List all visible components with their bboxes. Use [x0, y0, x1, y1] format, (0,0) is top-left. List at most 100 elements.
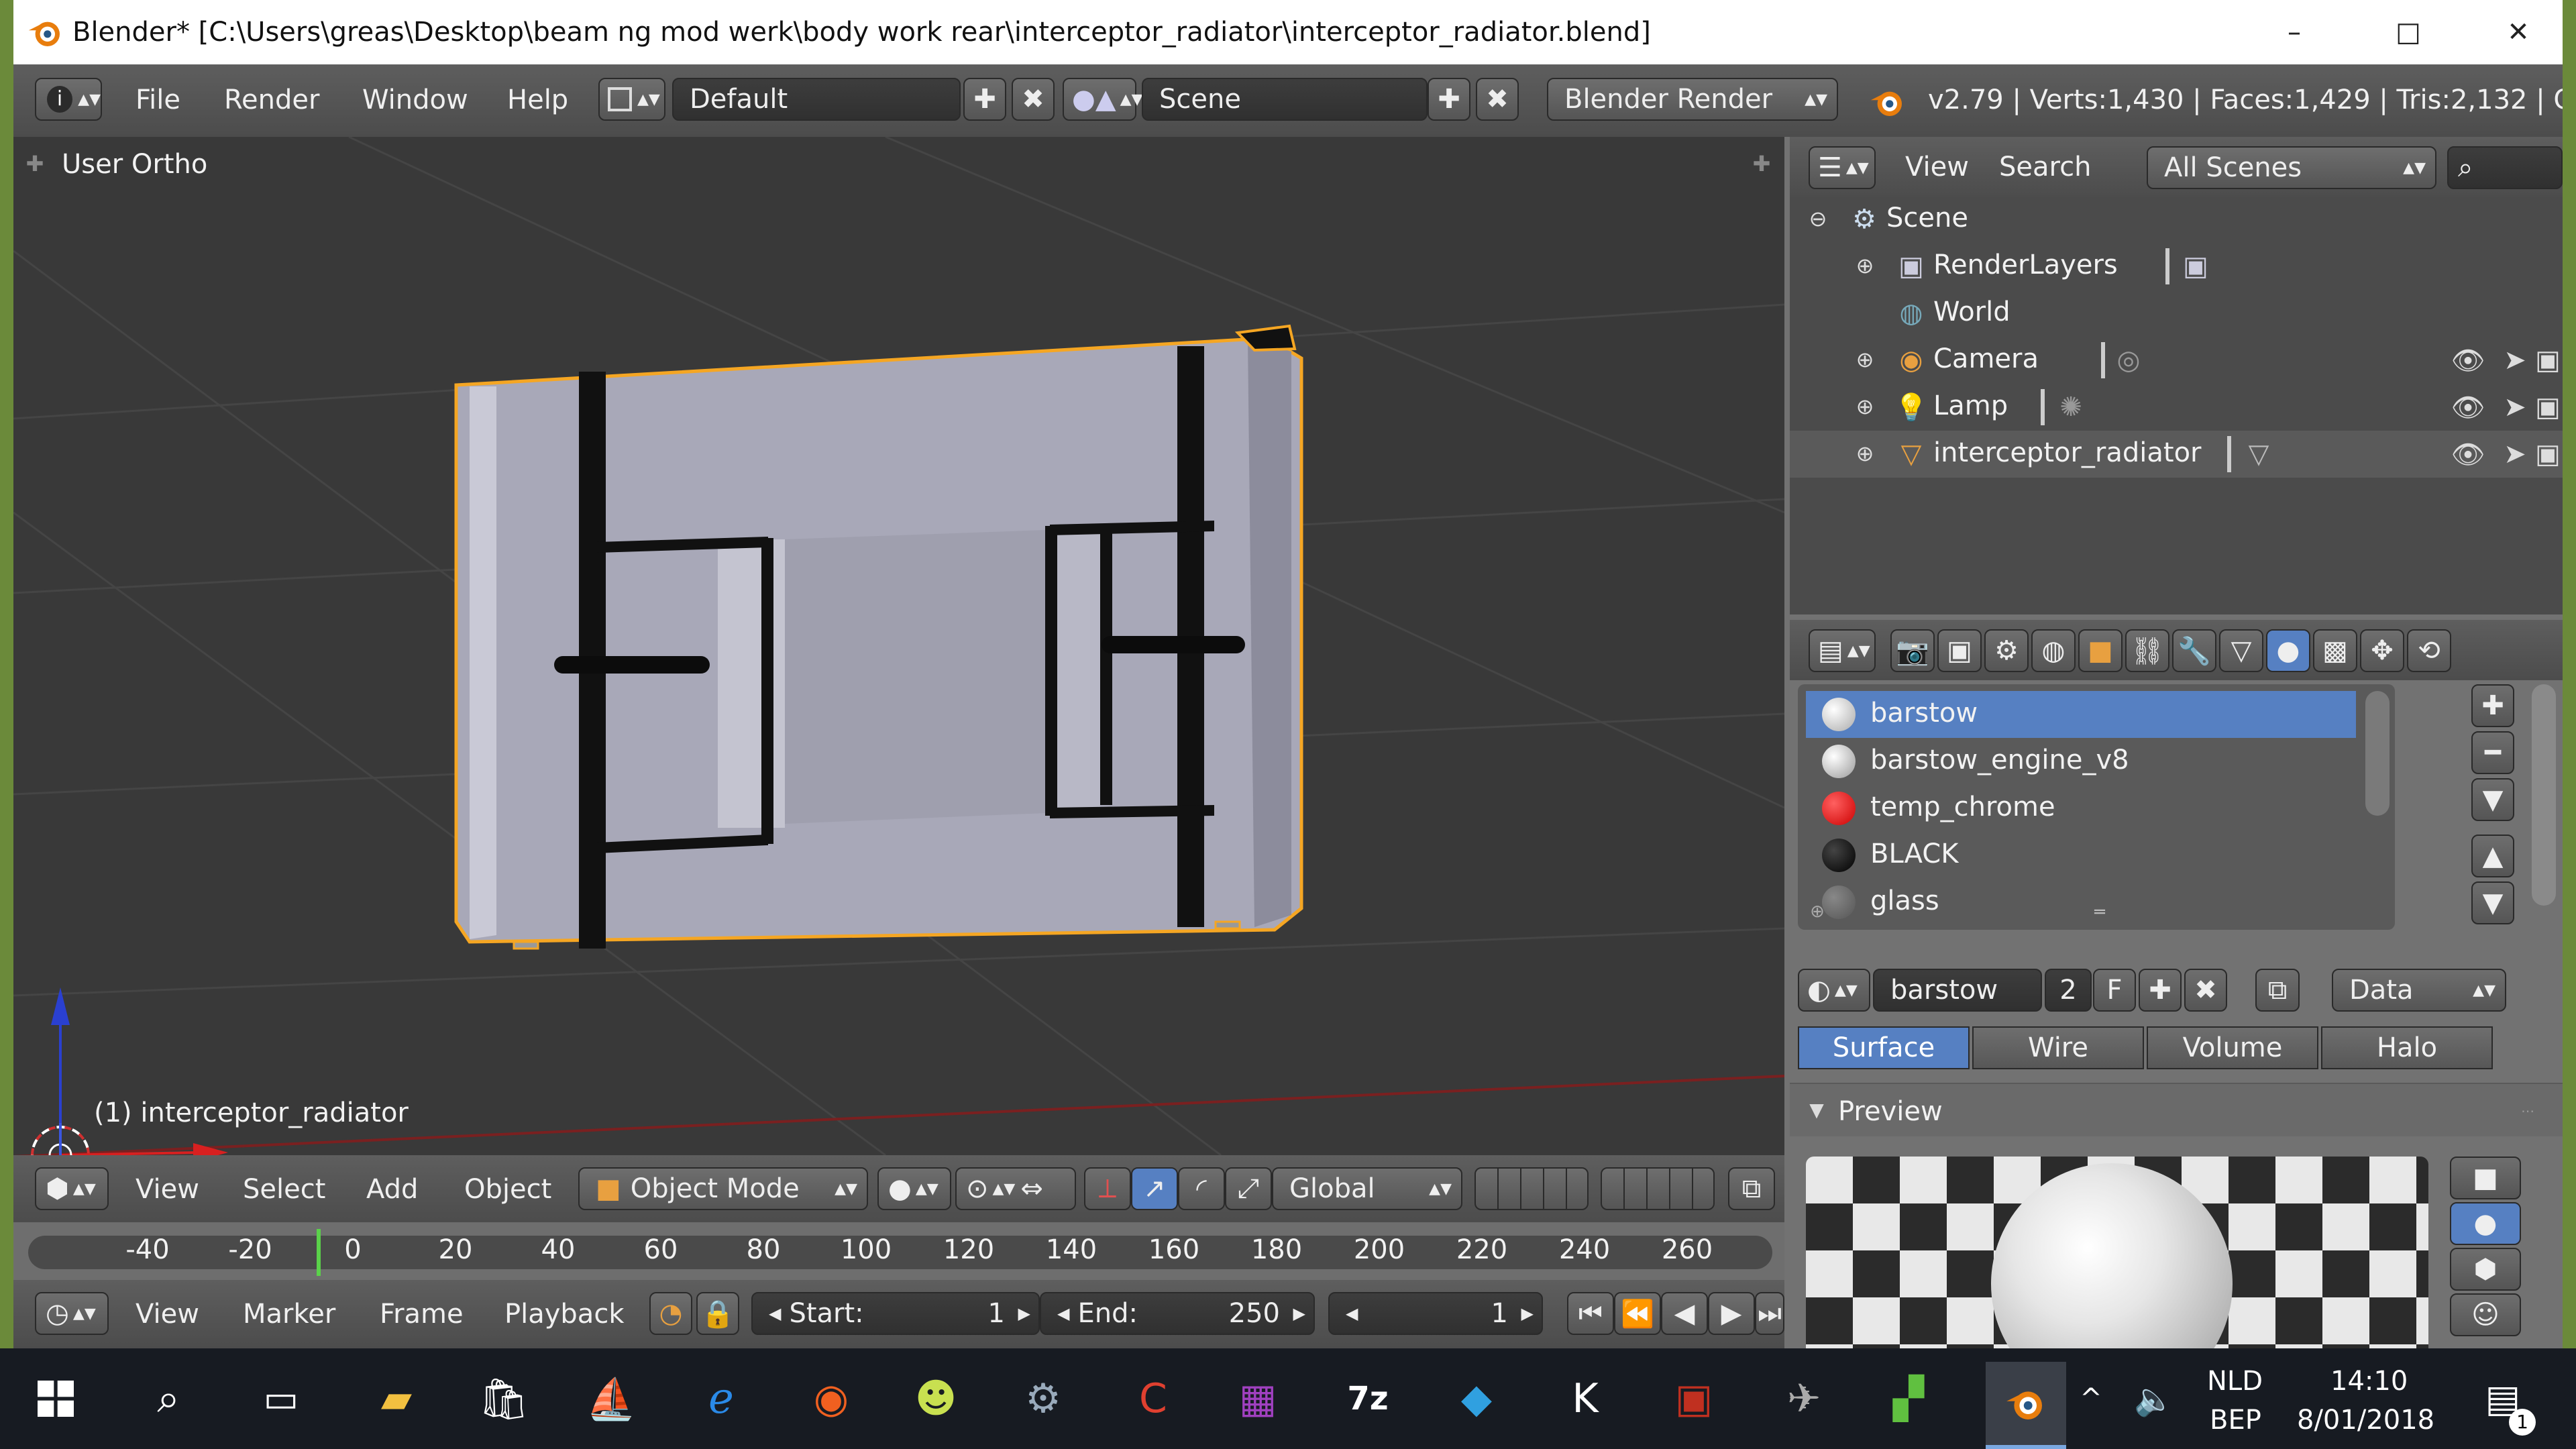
move-slot-up-button[interactable]: ▲: [2471, 835, 2514, 877]
current-frame-marker[interactable]: [317, 1229, 321, 1276]
task-view-icon[interactable]: ▭: [251, 1368, 311, 1429]
viewport-shading-button[interactable]: ● ▲▼: [877, 1167, 951, 1210]
corsair-icon[interactable]: ⛵: [581, 1368, 641, 1429]
menu-playback[interactable]: Playback: [504, 1299, 624, 1330]
new-material-button[interactable]: ✚: [2139, 969, 2182, 1012]
menu-view[interactable]: View: [1905, 152, 1969, 182]
editor-type-button[interactable]: ◷ ▲▼: [35, 1292, 109, 1335]
steam-icon[interactable]: ⚙: [1013, 1368, 1073, 1429]
visibility-eye-icon[interactable]: 👁: [2451, 390, 2485, 424]
users-count[interactable]: 2: [2045, 969, 2092, 1012]
winrar-icon[interactable]: ▦: [1228, 1368, 1288, 1429]
add-scene-button[interactable]: ✚: [1428, 78, 1470, 121]
add-layout-button[interactable]: ✚: [963, 78, 1006, 121]
volume-icon[interactable]: 🔈: [2131, 1368, 2178, 1429]
visibility-eye-icon[interactable]: 👁: [2451, 437, 2485, 471]
start-frame-field[interactable]: ◀ Start: 1 ▶: [751, 1292, 1040, 1335]
3d-viewport[interactable]: User Ortho (1) interceptor_radiator ✚ ✚: [13, 137, 1784, 1155]
tab-wire[interactable]: Wire: [1972, 1026, 2144, 1069]
menu-view[interactable]: View: [136, 1299, 199, 1330]
modifiers-tab-icon[interactable]: 🔧: [2172, 629, 2216, 672]
data-tab-icon[interactable]: ▽: [2219, 629, 2263, 672]
input-language-top[interactable]: NLD: [2207, 1366, 2263, 1397]
timeline-scrollbar[interactable]: [28, 1236, 1772, 1269]
texture-tab-icon[interactable]: ▩: [2313, 629, 2357, 672]
scale-manipulator-button[interactable]: ⤢: [1225, 1167, 1272, 1210]
menu-render[interactable]: Render: [224, 85, 319, 115]
lock-button[interactable]: 🔒: [696, 1292, 739, 1335]
clock-date[interactable]: 8/01/2018: [2297, 1405, 2434, 1436]
screen-layout-icon-button[interactable]: ▲▼: [598, 78, 665, 121]
clock-time[interactable]: 14:10: [2330, 1366, 2408, 1397]
menu-view[interactable]: View: [136, 1174, 199, 1205]
expand-icon[interactable]: ⊕: [1851, 252, 1878, 279]
lock-camera-button[interactable]: ⧉: [1728, 1167, 1775, 1210]
preview-panel-header[interactable]: ▼ Preview ⋯: [1790, 1083, 2563, 1136]
display-mode-dropdown[interactable]: All Scenes ▲▼: [2147, 146, 2436, 189]
material-browse-button[interactable]: ◐ ▲▼: [1798, 969, 1870, 1012]
expand-icon[interactable]: ⊕: [1851, 346, 1878, 373]
play-button[interactable]: ▶: [1708, 1292, 1755, 1335]
material-link-dropdown[interactable]: Data ▲▼: [2332, 969, 2506, 1012]
render-layers-tab-icon[interactable]: ▣: [1937, 629, 1982, 672]
collapse-icon[interactable]: ⊖: [1805, 205, 1831, 232]
editor-type-button[interactable]: i ▲▼: [35, 78, 102, 121]
menu-frame[interactable]: Frame: [380, 1299, 464, 1330]
tab-halo[interactable]: Halo: [2321, 1026, 2493, 1069]
game-app-icon[interactable]: ☻: [906, 1368, 966, 1429]
end-frame-field[interactable]: ◀ End: 250 ▶: [1040, 1292, 1315, 1335]
menu-window[interactable]: Window: [362, 85, 468, 115]
minimize-button[interactable]: –: [2241, 0, 2348, 64]
material-slot[interactable]: temp_chrome: [1806, 785, 2363, 832]
world-tab-icon[interactable]: ◍: [2031, 629, 2076, 672]
renderable-camera-icon[interactable]: ▣: [2534, 437, 2561, 471]
kodi-icon[interactable]: ◆: [1446, 1368, 1507, 1429]
object-tab-icon[interactable]: ■: [2078, 629, 2123, 672]
next-keyframe-button[interactable]: ⏭: [1755, 1292, 1784, 1335]
editor-type-button[interactable]: ▤ ▲▼: [1809, 629, 1876, 672]
outliner-row-world[interactable]: ◍ World: [1790, 290, 2563, 337]
search-icon[interactable]: ⌕: [138, 1368, 199, 1429]
layer-buttons-left[interactable]: [1474, 1167, 1589, 1210]
unlink-material-button[interactable]: ✖: [2184, 969, 2227, 1012]
aorus-icon[interactable]: ✈: [1774, 1368, 1834, 1429]
mode-dropdown[interactable]: ■ Object Mode ▲▼: [578, 1167, 868, 1210]
editor-type-button[interactable]: ⬢ ▲▼: [35, 1167, 109, 1210]
list-scrollbar[interactable]: [2365, 691, 2390, 816]
cube-preview-icon[interactable]: ⬢: [2450, 1248, 2521, 1291]
origin-icon[interactable]: ◉: [801, 1368, 861, 1429]
sphere-preview-icon[interactable]: ●: [2450, 1202, 2521, 1245]
file-explorer-icon[interactable]: ▰: [366, 1368, 427, 1429]
layer-buttons-right[interactable]: [1601, 1167, 1715, 1210]
resize-handle-icon[interactable]: ═: [2080, 902, 2120, 922]
preview-range-button[interactable]: ◔: [649, 1292, 692, 1335]
render-tab-icon[interactable]: 📷: [1890, 629, 1935, 672]
remove-layout-button[interactable]: ✖: [1012, 78, 1055, 121]
fake-user-button[interactable]: F: [2093, 969, 2136, 1012]
material-tab-icon[interactable]: ●: [2266, 629, 2310, 672]
outliner-row-camera[interactable]: ⊕ ◉ Camera ◎ 👁 ➤ ▣: [1790, 337, 2563, 384]
selectable-cursor-icon[interactable]: ➤: [2498, 343, 2532, 377]
pivot-point-button[interactable]: ⊙ ▲▼ ⇔: [955, 1167, 1076, 1210]
add-material-slot-button[interactable]: ✚: [2471, 684, 2514, 727]
selectable-cursor-icon[interactable]: ➤: [2498, 390, 2532, 424]
remove-scene-button[interactable]: ✖: [1476, 78, 1519, 121]
material-slot[interactable]: barstow: [1806, 691, 2356, 738]
menu-object[interactable]: Object: [464, 1174, 551, 1205]
outliner-row-interceptor-radiator[interactable]: ⊕ ▽ interceptor_radiator ▽ 👁 ➤ ▣: [1790, 431, 2563, 478]
max-payne-icon[interactable]: ▣: [1664, 1368, 1724, 1429]
editor-type-button[interactable]: ☰ ▲▼: [1809, 146, 1876, 189]
properties-scrollbar[interactable]: [2532, 684, 2556, 906]
menu-select[interactable]: Select: [243, 1174, 325, 1205]
current-frame-field[interactable]: ◀ 1 ▶: [1328, 1292, 1543, 1335]
browse-node-button[interactable]: ⧉: [2255, 969, 2300, 1012]
outliner-search-field[interactable]: ⌕: [2447, 146, 2563, 189]
jump-start-button[interactable]: ⏮: [1567, 1292, 1614, 1335]
selectable-cursor-icon[interactable]: ➤: [2498, 437, 2532, 471]
internet-explorer-icon[interactable]: ℯ: [691, 1368, 751, 1429]
timeline-area[interactable]: -40 -20 0 20 40 60 80 100 120 140 160 180 200 220 240 2…: [13, 1222, 1784, 1280]
flat-preview-icon[interactable]: ■: [2450, 1157, 2521, 1199]
app-icon[interactable]: ▞: [1878, 1368, 1939, 1429]
prev-keyframe-button[interactable]: ⏪: [1614, 1292, 1661, 1335]
7zip-icon[interactable]: 7z: [1338, 1368, 1398, 1429]
